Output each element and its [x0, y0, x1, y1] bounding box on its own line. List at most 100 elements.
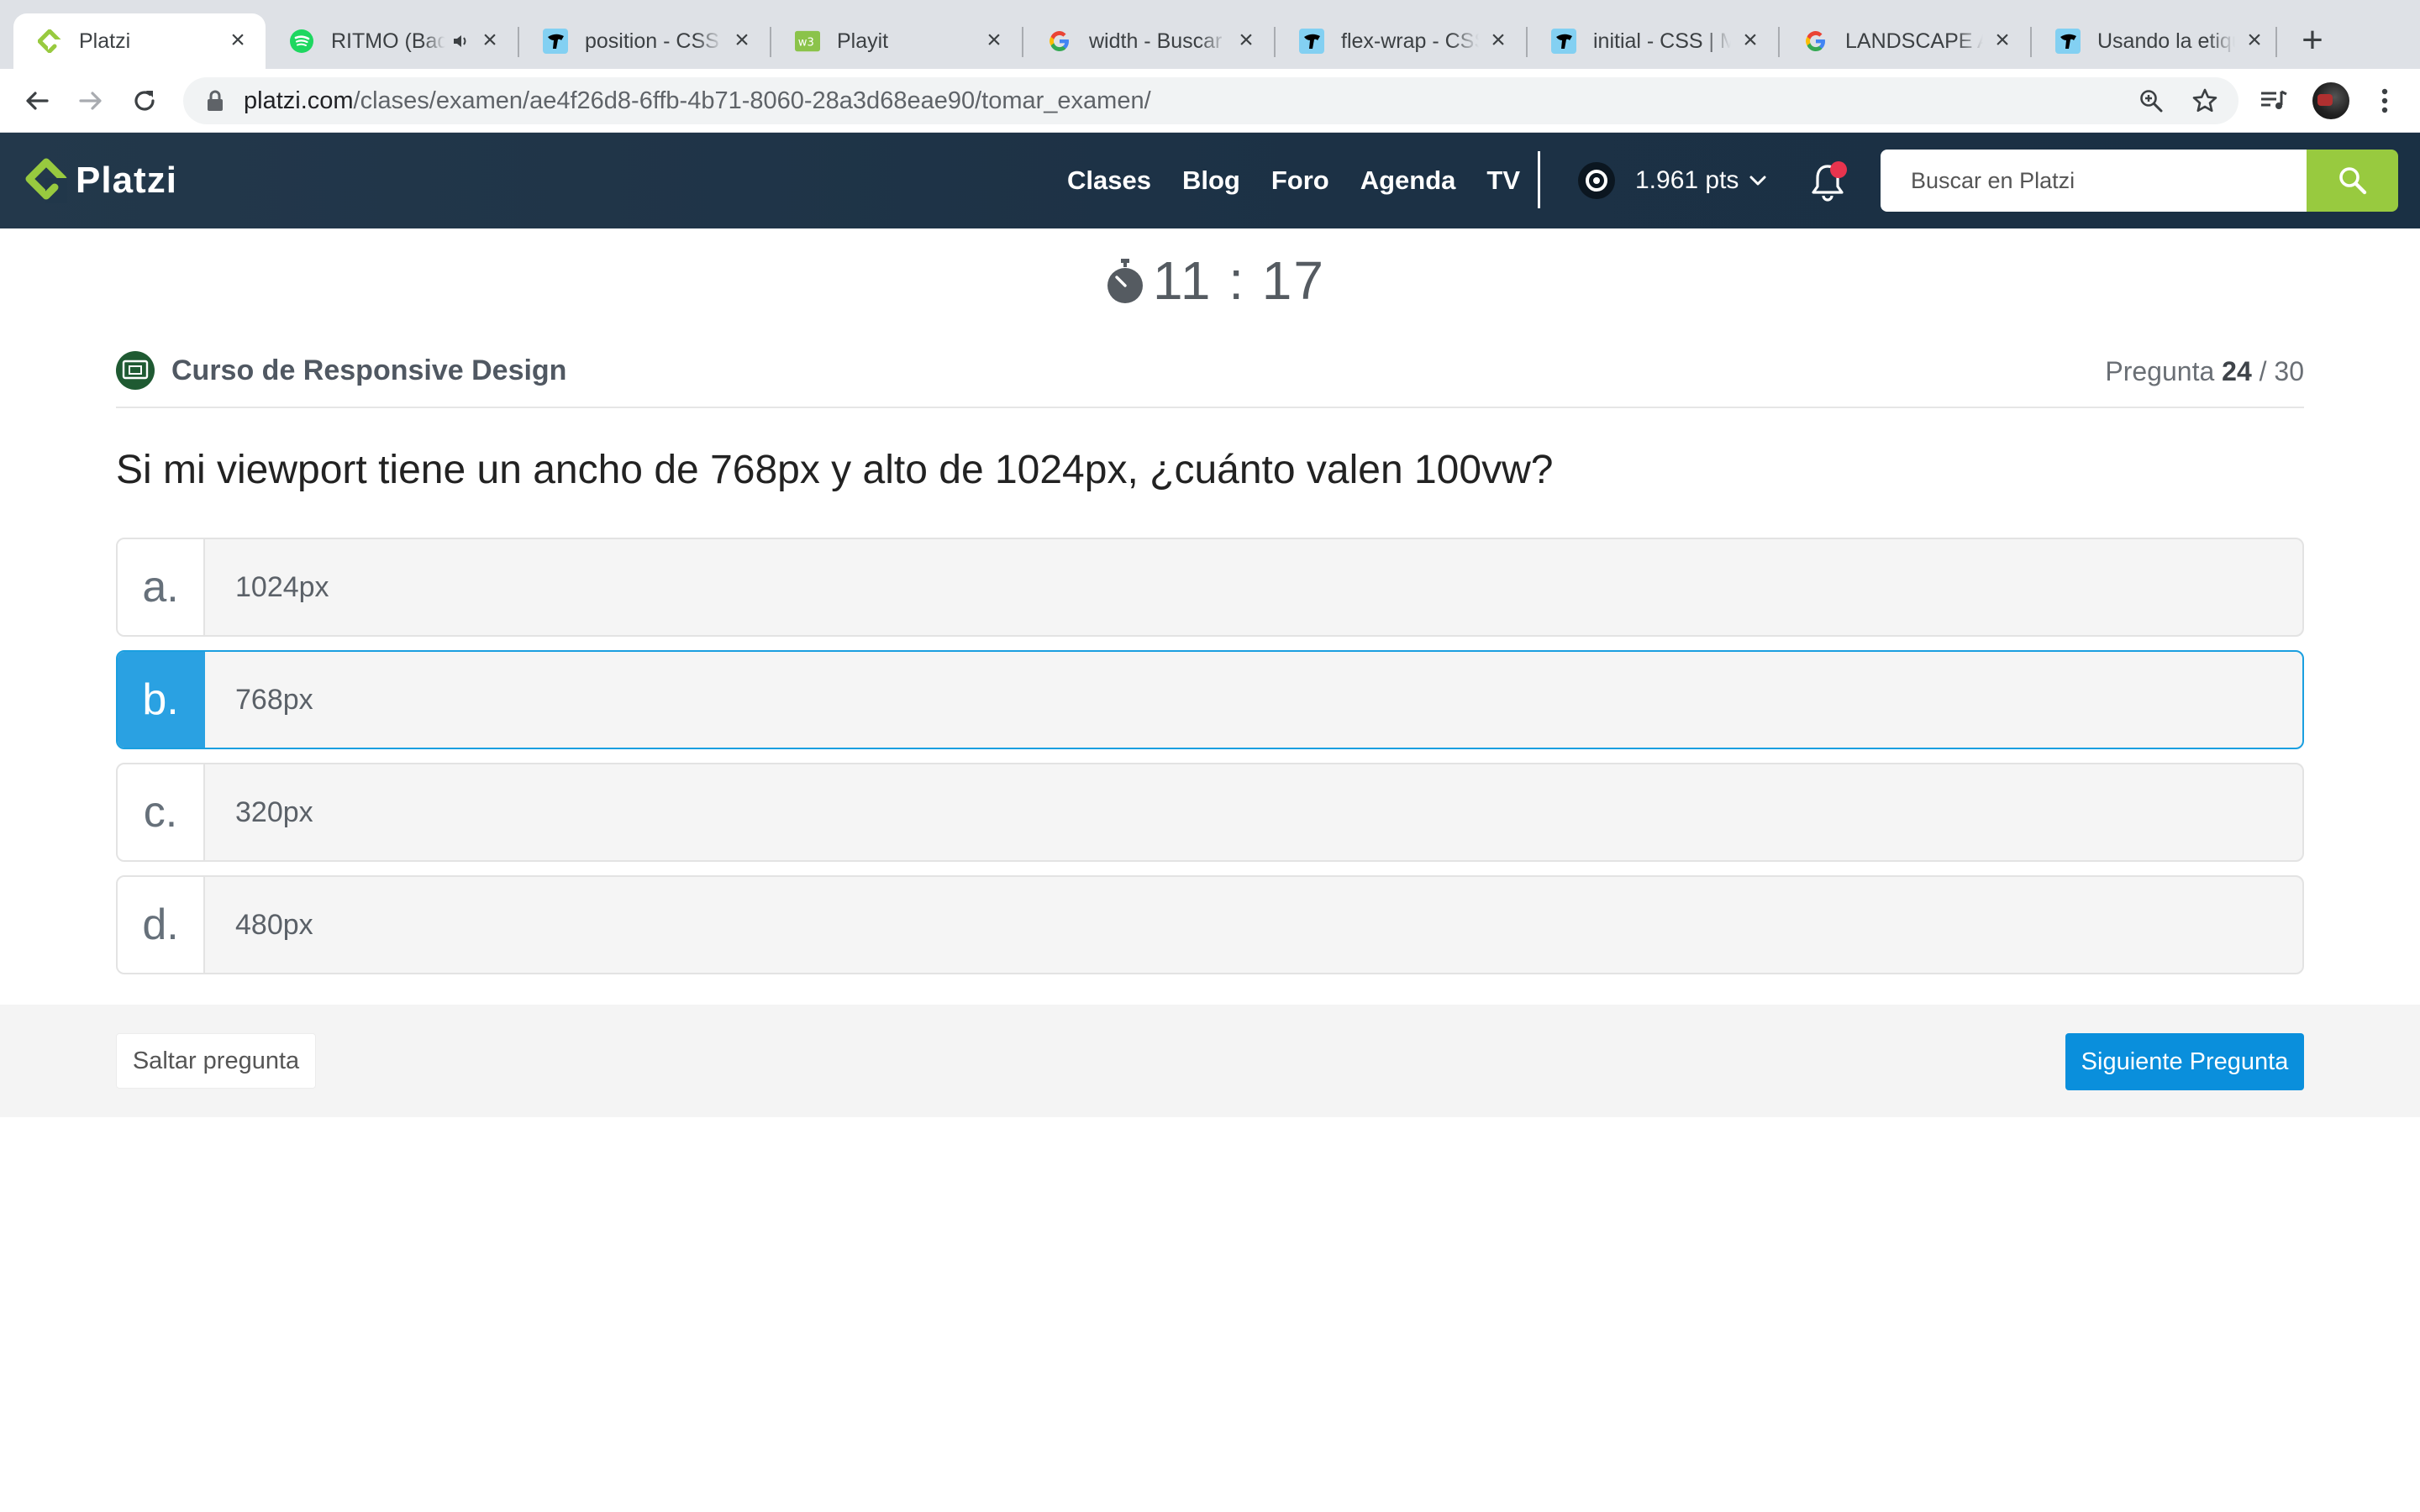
arrow-left-icon: [26, 92, 49, 110]
tab-google-landscape[interactable]: LANDSCAPE AND PORTRAIT ×: [1780, 13, 2030, 69]
timer-value: 11 : 17: [1153, 250, 1325, 311]
question-counter-label: Pregunta: [2105, 356, 2215, 386]
question-total: / 30: [2259, 356, 2304, 386]
tab-separator: [2275, 27, 2277, 57]
question-current: 24: [2222, 356, 2252, 386]
search-button[interactable]: [2307, 150, 2398, 212]
close-icon[interactable]: ×: [983, 28, 1005, 53]
spotify-icon: [289, 29, 314, 54]
speaker-icon[interactable]: [452, 33, 471, 50]
tab-title: Platzi: [79, 29, 131, 53]
course-name: Curso de Responsive Design: [171, 354, 567, 386]
exam-timer: 11 : 17: [1106, 250, 1325, 311]
skip-question-button[interactable]: Saltar pregunta: [116, 1033, 316, 1089]
tab-title: Playit: [837, 29, 889, 53]
playit-icon: w3: [795, 29, 820, 54]
mdn-icon: [1299, 29, 1324, 54]
responsive-course-icon: [116, 351, 155, 390]
site-search: [1881, 150, 2398, 212]
exam-actions-bar: Saltar pregunta Siguiente Pregunta: [0, 1005, 2420, 1117]
platzi-logo[interactable]: Platzi: [25, 158, 177, 203]
mdn-icon: [1551, 29, 1576, 54]
close-icon[interactable]: ×: [1739, 28, 1761, 53]
tab-platzi[interactable]: Platzi ×: [13, 13, 266, 69]
answer-text: 320px: [235, 795, 313, 828]
main-nav: Clases Blog Foro Agenda TV: [1067, 133, 1551, 228]
tab-title: RITMO (Bad Boys For Life): [331, 29, 445, 53]
google-icon: [1047, 29, 1072, 54]
mdn-icon: [543, 29, 568, 54]
lock-icon[interactable]: [203, 89, 227, 113]
forward-button[interactable]: [74, 84, 108, 118]
platzi-icon: [37, 29, 62, 54]
tab-mdn-initial[interactable]: initial - CSS | MDN ×: [1528, 13, 1778, 69]
question-counter: Pregunta 24 / 30: [2105, 356, 2304, 387]
tab-mdn-position[interactable]: position - CSS | MDN ×: [519, 13, 770, 69]
course-info: Curso de Responsive Design Pregunta 24 /…: [116, 348, 2304, 408]
tab-mdn-viewport[interactable]: Usando la etiqueta viewport ×: [2032, 13, 2282, 69]
tab-title: Usando la etiqueta viewport: [2097, 29, 2235, 53]
answer-letter: b.: [118, 652, 205, 748]
answer-list: a. 1024px b. 768px c. 320px d. 480px: [116, 538, 2304, 988]
stopwatch-icon: [1106, 257, 1144, 304]
back-button[interactable]: [20, 84, 54, 118]
answer-text: 1024px: [235, 570, 329, 603]
new-tab-button[interactable]: +: [2294, 22, 2331, 60]
close-icon[interactable]: ×: [731, 28, 753, 53]
tab-spotify[interactable]: RITMO (Bad Boys For Life) ×: [266, 13, 518, 69]
answer-letter: c.: [118, 764, 205, 860]
url-host: platzi.com: [244, 87, 354, 114]
question-text: Si mi viewport tiene un ancho de 768px y…: [116, 448, 1554, 492]
answer-option-a[interactable]: a. 1024px: [116, 538, 2304, 637]
close-icon[interactable]: ×: [2244, 28, 2265, 53]
chevron-down-icon: [1749, 175, 1767, 186]
next-question-button[interactable]: Siguiente Pregunta: [2065, 1033, 2304, 1090]
nav-foro[interactable]: Foro: [1271, 165, 1329, 196]
zoom-icon[interactable]: [2134, 86, 2168, 116]
nav-agenda[interactable]: Agenda: [1360, 165, 1456, 196]
site-header: Platzi Clases Blog Foro Agenda TV 1.961 …: [0, 133, 2420, 228]
nav-divider: [1538, 151, 1540, 208]
kebab-menu-icon[interactable]: [2368, 84, 2402, 118]
google-icon: [1803, 29, 1828, 54]
search-input[interactable]: [1881, 150, 2307, 212]
arrow-right-icon: [79, 92, 102, 110]
profile-avatar[interactable]: [2312, 82, 2349, 119]
browser-tabstrip: Platzi × RITMO (Bad Boys For Life) × pos…: [0, 0, 2420, 69]
points-dropdown[interactable]: 1.961 pts: [1578, 161, 1767, 200]
search-icon: [2338, 167, 2366, 195]
mdn-icon: [2055, 29, 2081, 54]
close-icon[interactable]: ×: [1991, 28, 2013, 53]
media-queue-icon[interactable]: [2257, 84, 2291, 118]
answer-option-d[interactable]: d. 480px: [116, 875, 2304, 974]
tab-google-width[interactable]: width - Buscar con Google ×: [1023, 13, 1274, 69]
answer-letter: a.: [118, 539, 205, 635]
points-coin-icon: [1578, 162, 1615, 199]
tab-playit[interactable]: w3 Playit ×: [771, 13, 1022, 69]
url-path: /clases/examen/ae4f26d8-6ffb-4b71-8060-2…: [353, 87, 1151, 114]
platzi-logo-icon: [25, 158, 67, 203]
notifications-button[interactable]: [1810, 161, 1849, 203]
answer-option-c[interactable]: c. 320px: [116, 763, 2304, 862]
close-icon[interactable]: ×: [1235, 28, 1257, 53]
address-bar[interactable]: platzi.com/clases/examen/ae4f26d8-6ffb-4…: [183, 77, 2238, 124]
close-icon[interactable]: ×: [227, 28, 249, 53]
close-icon[interactable]: ×: [479, 28, 501, 53]
answer-text: 768px: [235, 683, 313, 716]
nav-tv[interactable]: TV: [1486, 165, 1520, 196]
answer-text: 480px: [235, 908, 313, 941]
star-icon[interactable]: [2188, 86, 2222, 116]
tab-title: initial - CSS | MDN: [1593, 29, 1731, 53]
tab-title: width - Buscar con Google: [1089, 29, 1227, 53]
tab-title: LANDSCAPE AND PORTRAIT: [1845, 29, 1983, 53]
answer-option-b[interactable]: b. 768px: [116, 650, 2304, 749]
reload-button[interactable]: [128, 84, 161, 118]
tab-mdn-flex-wrap[interactable]: flex-wrap - CSS | MDN ×: [1276, 13, 1526, 69]
nav-blog[interactable]: Blog: [1182, 165, 1240, 196]
points-value: 1.961 pts: [1635, 166, 1739, 194]
tab-title: position - CSS | MDN: [585, 29, 723, 53]
svg-text:w3: w3: [798, 37, 814, 50]
nav-clases[interactable]: Clases: [1067, 165, 1151, 196]
reload-icon: [134, 91, 155, 111]
close-icon[interactable]: ×: [1487, 28, 1509, 53]
